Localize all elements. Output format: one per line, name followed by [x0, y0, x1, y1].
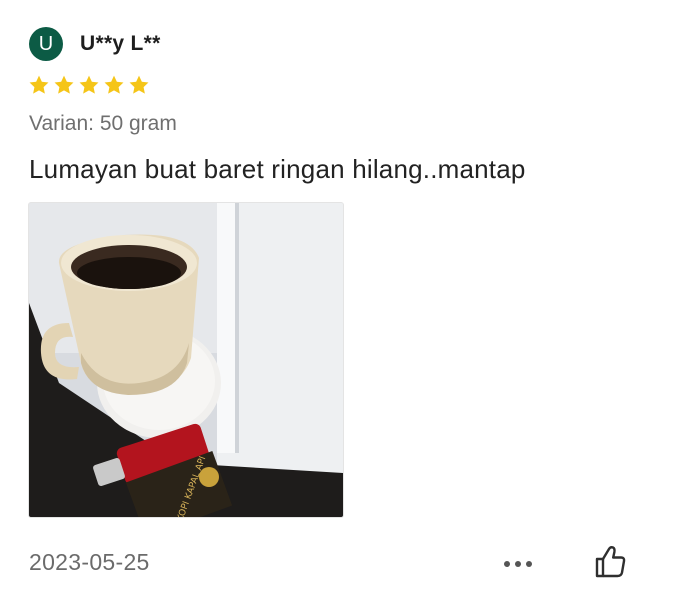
more-options-button[interactable]: [502, 552, 534, 576]
review-card: U U**y L** Varian: 50 gram Lumayan buat …: [0, 0, 700, 606]
avatar[interactable]: U: [29, 27, 63, 61]
more-options-icon: [504, 561, 532, 567]
star-icon: [29, 75, 49, 94]
variant-label: Varian: 50 gram: [29, 112, 177, 135]
review-date: 2023-05-25: [29, 549, 150, 575]
review-header: U U**y L**: [29, 27, 161, 61]
coffee-photo-illustration: KOPI KAPAL API: [29, 203, 343, 517]
star-icon: [104, 75, 124, 94]
like-button[interactable]: [592, 544, 628, 580]
thumbs-up-icon: [595, 546, 626, 578]
review-comment: Lumayan buat baret ringan hilang..mantap: [29, 154, 526, 184]
star-icon: [54, 75, 74, 94]
star-icon: [129, 75, 149, 94]
review-photo[interactable]: KOPI KAPAL API: [28, 202, 344, 518]
star-icon: [79, 75, 99, 94]
reviewer-name: U**y L**: [80, 32, 161, 55]
star-rating: [28, 74, 150, 96]
